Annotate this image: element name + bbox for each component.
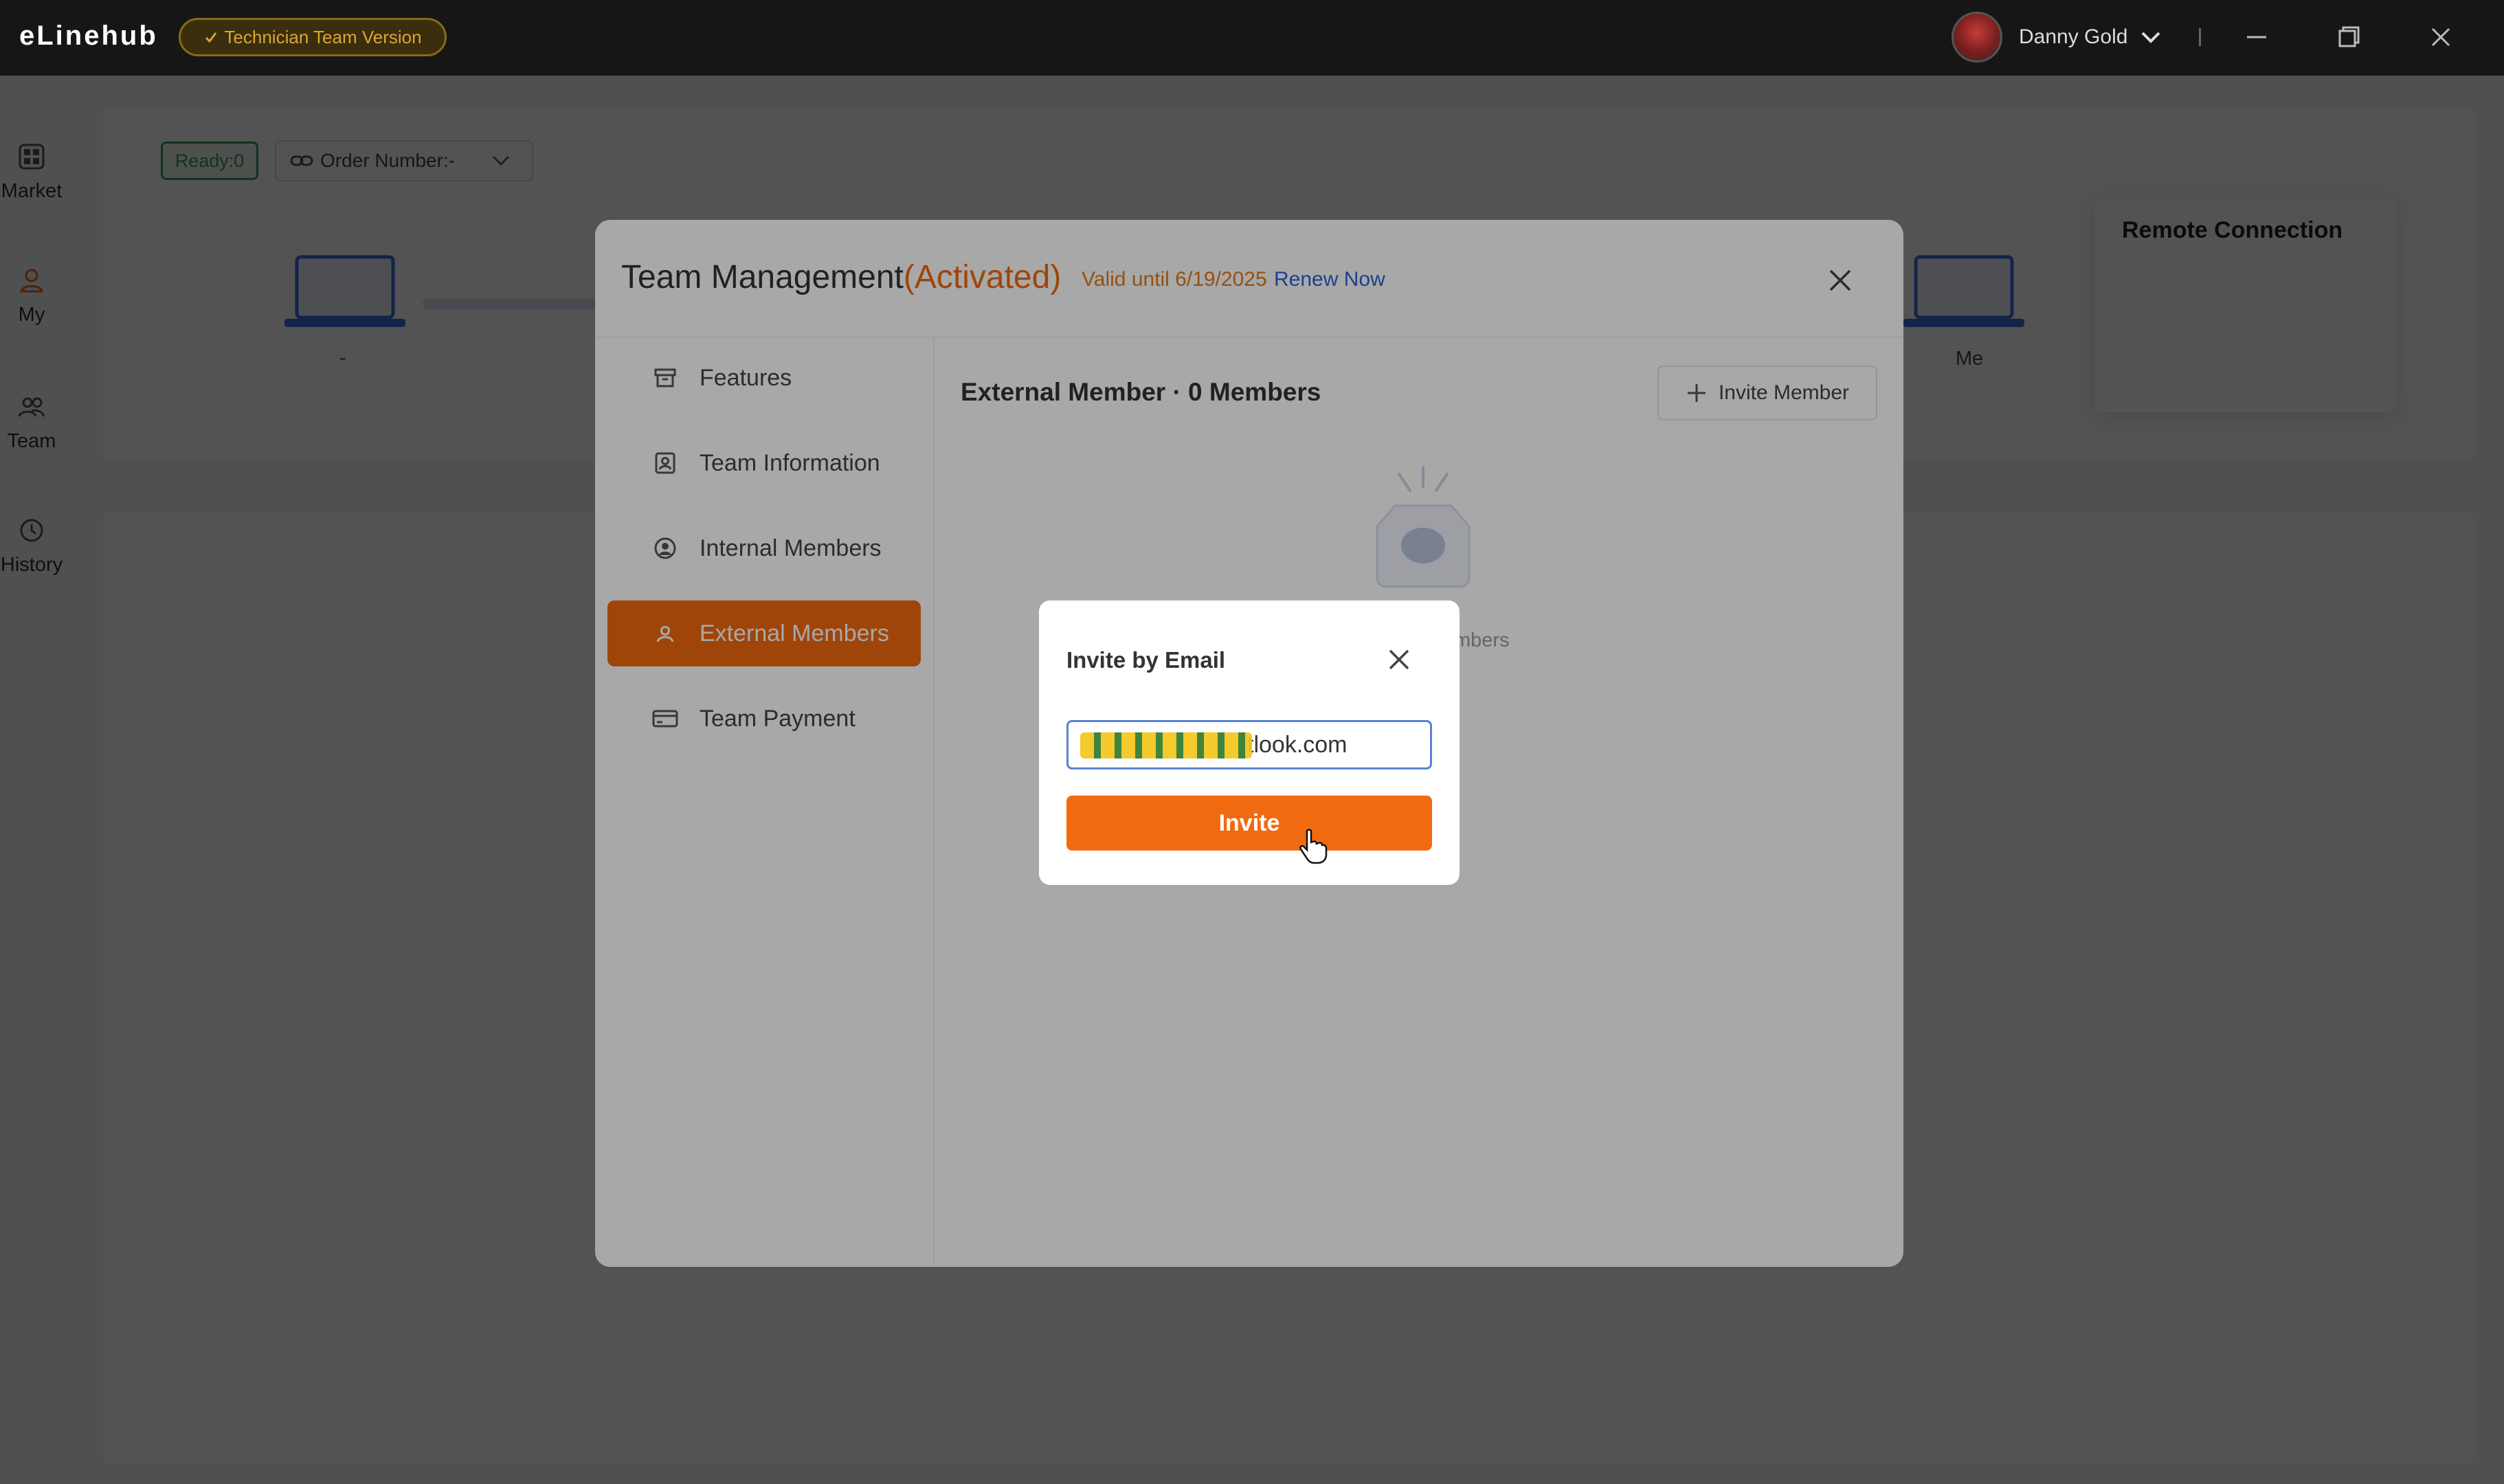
app-logo: eLinehub (19, 21, 158, 51)
minimize-icon (2247, 36, 2266, 38)
user-menu[interactable]: Danny Gold (1952, 10, 2202, 65)
hand-pointer-icon (1299, 829, 1328, 864)
window-close-button[interactable] (2420, 18, 2461, 56)
badge-check-icon (205, 32, 217, 43)
redaction-mask (1080, 732, 1252, 758)
close-icon (2431, 27, 2450, 47)
restore-icon (2338, 26, 2360, 47)
version-badge: Technician Team Version (179, 18, 447, 56)
restore-button[interactable] (2328, 18, 2369, 56)
avatar[interactable] (1952, 12, 2002, 63)
version-badge-label: Technician Team Version (224, 26, 422, 47)
invite-dialog-title: Invite by Email (1066, 647, 1226, 673)
title-divider (2199, 28, 2202, 46)
title-bar: eLinehub Technician Team Version Danny G… (0, 0, 2504, 76)
close-icon[interactable] (1384, 644, 1414, 675)
minimize-button[interactable] (2236, 18, 2277, 56)
chevron-down-icon[interactable] (2137, 27, 2165, 47)
user-name[interactable]: Danny Gold (2019, 25, 2127, 49)
invite-button[interactable]: Invite (1066, 796, 1432, 851)
